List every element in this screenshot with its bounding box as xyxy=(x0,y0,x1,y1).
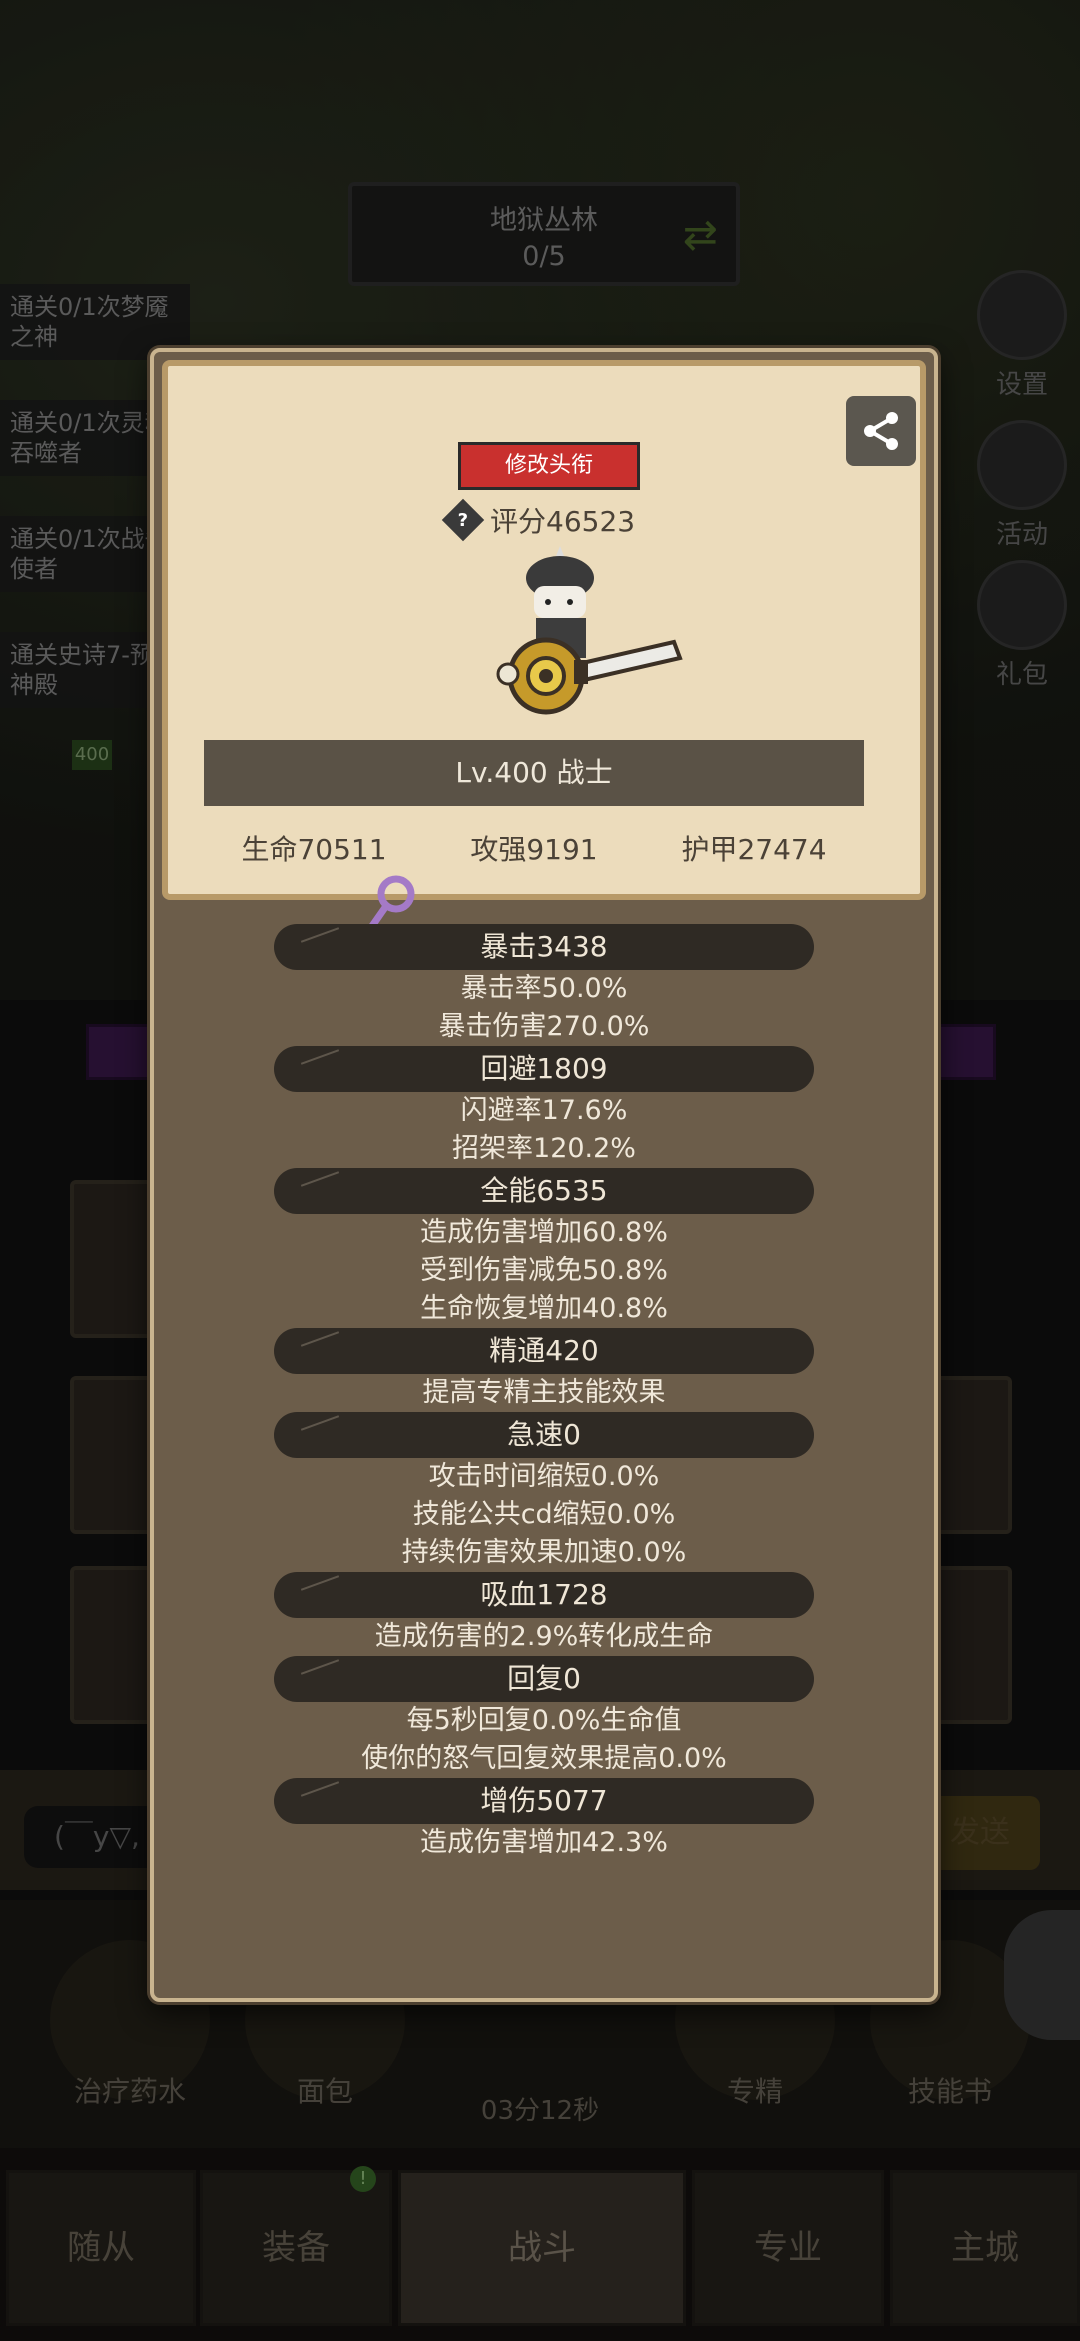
share-icon xyxy=(864,412,898,450)
share-button[interactable] xyxy=(846,396,916,466)
stat-line: 闪避率17.6% xyxy=(460,1095,628,1126)
stat-line: 生命恢复增加40.8% xyxy=(420,1293,668,1324)
stat-header-haste: 急速0 xyxy=(274,1412,814,1458)
stat-line: 造成伤害增加60.8% xyxy=(420,1217,668,1248)
edit-title-button[interactable]: 修改头衔 xyxy=(458,442,640,490)
stat-header-mastery: 精通420 xyxy=(274,1328,814,1374)
stat-line: 暴击率50.0% xyxy=(460,973,628,1004)
stat-header-damage-bonus: 增伤5077 xyxy=(274,1778,814,1824)
help-icon[interactable]: ? xyxy=(441,498,485,542)
warrior-avatar xyxy=(496,546,683,715)
stat-line: 提高专精主技能效果 xyxy=(422,1377,666,1408)
stat-line: 造成伤害增加42.3% xyxy=(420,1827,668,1858)
stat-details: 暴击3438 暴击率50.0% 暴击伤害270.0% 回避1809 闪避率17.… xyxy=(154,924,934,1862)
stat-line: 技能公共cd缩短0.0% xyxy=(412,1499,676,1530)
attack-stat: 攻强9191 xyxy=(470,833,598,866)
score-value: 评分46523 xyxy=(490,505,636,538)
stat-line: 受到伤害减免50.8% xyxy=(420,1255,668,1286)
character-stats-popup: 修改头衔 ? 评分46523 Lv.400 战士 生命70511 攻强9191 … xyxy=(150,348,938,2002)
character-card: 修改头衔 ? 评分46523 Lv.400 战士 生命70511 攻强9191 … xyxy=(162,360,926,900)
level-class-bar: Lv.400 战士 xyxy=(204,740,864,806)
hp-stat: 生命70511 xyxy=(241,833,387,866)
stat-line: 造成伤害的2.9%转化成生命 xyxy=(374,1621,714,1652)
stat-line: 每5秒回复0.0%生命值 xyxy=(406,1705,682,1736)
stat-header-avoidance: 回避1809 xyxy=(274,1046,814,1092)
main-stats: 生命70511 攻强9191 护甲27474 xyxy=(204,828,864,868)
stat-line: 持续伤害效果加速0.0% xyxy=(401,1537,687,1568)
stat-line: 暴击伤害270.0% xyxy=(438,1011,650,1042)
stat-header-regen: 回复0 xyxy=(274,1656,814,1702)
stat-line: 招架率120.2% xyxy=(452,1133,636,1164)
stat-header-lifesteal: 吸血1728 xyxy=(274,1572,814,1618)
stat-header-crit: 暴击3438 xyxy=(274,924,814,970)
armor-stat: 护甲27474 xyxy=(681,833,827,866)
stat-line: 使你的怒气回复效果提高0.0% xyxy=(361,1743,727,1774)
score-row[interactable]: ? 评分46523 xyxy=(441,498,636,542)
stat-line: 攻击时间缩短0.0% xyxy=(428,1461,660,1492)
stat-header-versatility: 全能6535 xyxy=(274,1168,814,1214)
